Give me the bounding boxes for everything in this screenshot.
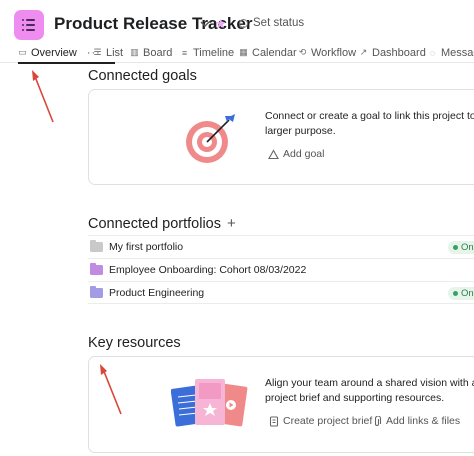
portfolio-name: My first portfolio bbox=[109, 241, 184, 253]
tab-label: Board bbox=[143, 46, 173, 59]
document-icon bbox=[269, 415, 279, 427]
add-portfolio-icon[interactable]: + bbox=[227, 215, 236, 232]
resources-description: Align your team around a shared vision w… bbox=[265, 377, 474, 404]
triangle-icon bbox=[268, 148, 279, 159]
list-icon: ☰ bbox=[93, 47, 102, 57]
key-resources-title: Key resources bbox=[88, 335, 181, 351]
set-status-button[interactable]: Set status bbox=[239, 17, 304, 29]
folder-icon bbox=[90, 285, 103, 298]
add-goal-button[interactable]: Add goal bbox=[268, 148, 324, 160]
tab-label: Dashboard bbox=[372, 46, 426, 59]
status-circle-icon bbox=[239, 18, 248, 28]
list-item[interactable]: Employee Onboarding: Cohort 08/03/2022 bbox=[88, 258, 474, 281]
star-icon[interactable]: ★ bbox=[215, 16, 227, 32]
add-links-files-label: Add links & files bbox=[386, 415, 461, 427]
create-project-brief-label: Create project brief bbox=[283, 415, 373, 427]
tab-workflow[interactable]: ⟲ Workflow bbox=[298, 43, 356, 62]
paperclip-icon bbox=[374, 415, 382, 426]
folder-icon bbox=[90, 240, 103, 252]
portfolio-name: Product Engineering bbox=[109, 286, 205, 299]
add-links-files-button[interactable]: Add links & files bbox=[372, 415, 460, 427]
clipboard-icon: ▭ bbox=[18, 47, 27, 57]
tab-dashboard[interactable]: ↗ Dashboard bbox=[359, 43, 426, 62]
portfolios-title-text: Connected portfolios bbox=[88, 216, 221, 232]
key-resources-card: Align your team around a shared vision w… bbox=[88, 356, 474, 453]
timeline-icon: ≡ bbox=[181, 47, 188, 58]
portfolio-list: My first portfolio On Employee Onboardin… bbox=[88, 235, 474, 304]
list-item[interactable]: My first portfolio On bbox=[88, 235, 474, 258]
goals-description: Connect or create a goal to link this pr… bbox=[265, 110, 474, 137]
project-brief-illustration bbox=[171, 379, 248, 427]
status-badge: On bbox=[448, 287, 474, 300]
tab-timeline[interactable]: ≡ Timeline bbox=[180, 43, 234, 62]
chevron-down-icon[interactable] bbox=[198, 17, 212, 31]
connected-portfolios-title: Connected portfolios + bbox=[88, 215, 236, 232]
dashboard-icon: ↗ bbox=[359, 47, 368, 57]
set-status-label: Set status bbox=[253, 17, 305, 29]
tab-label: Workflow bbox=[311, 46, 357, 59]
annotation-arrow-icon bbox=[32, 70, 54, 123]
message-icon: ◌ bbox=[429, 47, 436, 58]
portfolio-name: Employee Onboarding: Cohort 08/03/2022 bbox=[109, 264, 307, 276]
tab-label: Timeline bbox=[193, 46, 235, 59]
create-project-brief-button[interactable]: Create project brief bbox=[269, 415, 372, 427]
connected-goals-card: Connect or create a goal to link this pr… bbox=[88, 89, 474, 185]
tab-overview[interactable]: ▭ Overview ··· bbox=[18, 43, 115, 64]
tab-label: Messages bbox=[441, 46, 474, 59]
tab-messages[interactable]: ◌ Messages bbox=[428, 43, 474, 62]
project-header: Product Release Tracker ★ Set status ▭ O… bbox=[0, 0, 474, 64]
view-tabs: ▭ Overview ··· ☰ List ▥ Board ≡ Timeline… bbox=[0, 41, 474, 64]
tab-calendar[interactable]: ▦ Calendar bbox=[239, 43, 297, 62]
tab-label: Calendar bbox=[252, 46, 297, 59]
tab-list[interactable]: ☰ List bbox=[93, 43, 123, 62]
annotation-arrow-icon bbox=[100, 364, 122, 415]
folder-icon bbox=[90, 263, 103, 275]
target-illustration bbox=[186, 114, 235, 163]
list-item[interactable]: Product Engineering On bbox=[88, 281, 474, 304]
board-icon: ▥ bbox=[130, 47, 139, 57]
tab-label: Overview bbox=[31, 46, 77, 59]
connected-goals-title: Connected goals bbox=[88, 68, 197, 84]
workflow-icon: ⟲ bbox=[298, 47, 307, 57]
tab-board[interactable]: ▥ Board bbox=[130, 43, 172, 62]
project-list-icon[interactable] bbox=[14, 10, 44, 40]
tab-label: List bbox=[106, 46, 124, 59]
add-goal-label: Add goal bbox=[283, 148, 325, 160]
status-badge: On bbox=[448, 241, 474, 254]
calendar-icon: ▦ bbox=[239, 47, 248, 57]
